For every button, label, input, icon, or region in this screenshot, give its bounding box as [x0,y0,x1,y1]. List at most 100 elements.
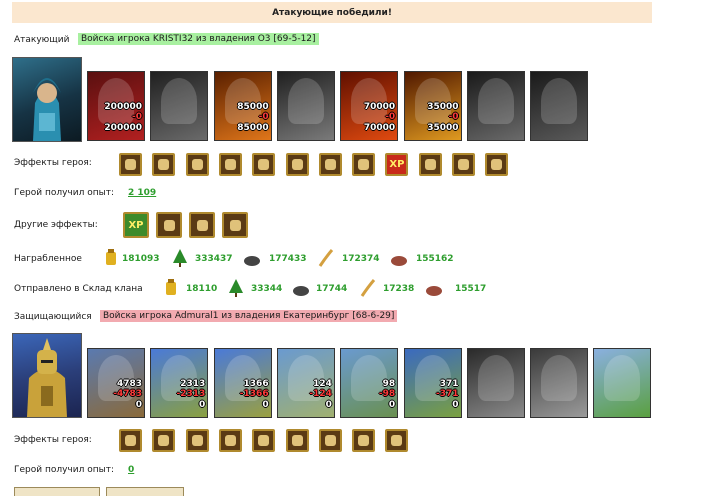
armored-knight-icon [27,338,67,417]
unit-count-c1: 2313 [180,379,206,389]
scroll-icon[interactable] [218,153,242,176]
unit-count-c3: 35000 [427,123,459,133]
unit-card-crusader[interactable]: 2313 -2313 0 [150,348,209,418]
sword-icon[interactable] [352,429,376,452]
unit-card-fire-beast[interactable]: 85000 -0 85000 [213,71,272,141]
armor-icon[interactable] [418,153,442,176]
boots-icon[interactable] [119,153,142,176]
unit-card-griffin[interactable]: 124 -124 0 [276,348,335,418]
dark-knight-icon [161,78,198,124]
defender-exp-value[interactable]: 0 [128,465,134,475]
defender-label: Защищающийся [14,312,92,322]
unit-count-c1: 85000 [237,102,269,112]
shield-round-icon[interactable] [185,153,209,176]
attacker-exp-value[interactable]: 2 109 [128,188,156,198]
action-button-left[interactable] [14,487,100,496]
unit-count-c2: -1366 [239,389,269,399]
sword-glyph [229,219,241,231]
unit-card-wraith[interactable] [530,71,589,141]
unit-count-c3: 200000 [104,123,142,133]
unit-card-angel[interactable]: 371 -371 0 [403,348,462,418]
stone-icon [391,249,407,267]
sent-stone-value: 15517 [455,284,487,294]
torch-icon[interactable] [485,153,509,176]
sword-icon[interactable] [222,212,248,238]
loot-wood-value: 333437 [195,254,233,264]
wood-icon [172,249,188,267]
shield-glyph [291,159,303,170]
loot-label: Награбленное [14,254,82,264]
ring-icon[interactable] [218,429,242,452]
fire-elemental-icon [414,78,451,124]
unit-count-c2: -0 [258,112,269,122]
web-glyph [158,159,170,170]
attacker-exp-label: Герой получил опыт: [14,188,114,198]
shield-icon[interactable] [285,153,309,176]
ore-icon [244,249,260,267]
unit-count-c1: 371 [439,379,459,389]
unit-card-flame-demon[interactable]: 70000 -0 70000 [340,71,399,141]
sword-scroll-icon[interactable] [189,212,215,238]
wheat-icon [318,249,334,267]
unit-count-c2: -124 [309,389,332,399]
unit-card-stone-dragon[interactable] [530,348,589,418]
web-icon[interactable] [152,153,176,176]
gauntlet-icon[interactable] [185,429,209,452]
helmet-icon[interactable] [318,153,342,176]
defender-hero-portrait[interactable] [12,333,82,418]
wand-icon[interactable] [352,153,376,176]
unit-count-c2: -0 [448,112,459,122]
unit-card-cavalier[interactable]: 98 -98 0 [340,348,399,418]
unit-card-castle[interactable] [593,348,652,418]
scroll-icon[interactable] [318,429,342,452]
fire-orb-icon[interactable] [385,429,409,452]
sent-label: Отправлено в Склад клана [14,284,143,294]
red-dragon-icon [98,78,134,124]
flame-demon-icon [351,78,388,124]
scroll-red-icon[interactable] [252,429,276,452]
amulet-icon[interactable] [285,429,309,452]
unit-count-c2: -371 [435,389,459,399]
sent-wheat-value: 17238 [383,284,415,294]
attacker-army-tag[interactable]: Войска игрока KRISTI32 из владения O3 [6… [78,33,319,45]
unit-count-c2: -0 [132,112,142,122]
unit-count-c3: 70000 [363,123,396,133]
stone-dragon-icon [541,355,578,401]
unit-count-c3: 85000 [237,123,269,133]
dice-icon[interactable] [119,429,142,452]
unit-card-paladin[interactable]: 1366 -1366 0 [213,348,272,418]
wraith-icon [541,78,578,124]
unit-card-dark-knight[interactable] [150,71,209,141]
unit-count-c1: 124 [313,379,332,389]
xp-icon[interactable]: XP [123,212,149,238]
unit-count-c1: 1366 [243,379,269,389]
unit-card-red-dragon[interactable]: 200000 -0 200000 [87,71,145,141]
unit-card-gargoyle[interactable] [276,71,335,141]
hero-figure-icon [33,78,61,141]
coin-bag-icon[interactable] [156,212,182,238]
helmet-glyph [324,159,336,170]
book-icon[interactable] [452,153,475,176]
sent-ore-value: 17744 [316,284,348,294]
unit-count-c2: -4783 [113,389,142,399]
shield-icon[interactable] [152,429,176,452]
xp-text: XP [128,219,144,231]
unit-card-stone-guard[interactable] [466,348,525,418]
xp-icon[interactable]: XP [385,153,409,176]
gold-icon [163,279,179,297]
wheat-icon [360,279,376,297]
bow-icon[interactable] [252,153,276,176]
defender-army-tag[interactable]: Войска игрока Admural1 из владения Екате… [100,310,398,322]
unit-card-archer-tower[interactable]: 4783 -4783 0 [87,348,145,418]
action-button-right[interactable] [106,487,184,496]
dark-lord-icon [477,78,514,124]
ring-glyph [224,435,236,446]
unit-count-c2: -98 [378,389,396,399]
coin-bag-glyph [163,219,175,231]
unit-card-dark-lord[interactable] [466,71,525,141]
xp-text: XP [389,159,405,170]
sent-gold-value: 18110 [186,284,218,294]
attacker-hero-portrait[interactable] [12,57,82,142]
unit-card-fire-elemental[interactable]: 35000 -0 35000 [403,71,462,141]
gauntlet-glyph [191,435,203,446]
